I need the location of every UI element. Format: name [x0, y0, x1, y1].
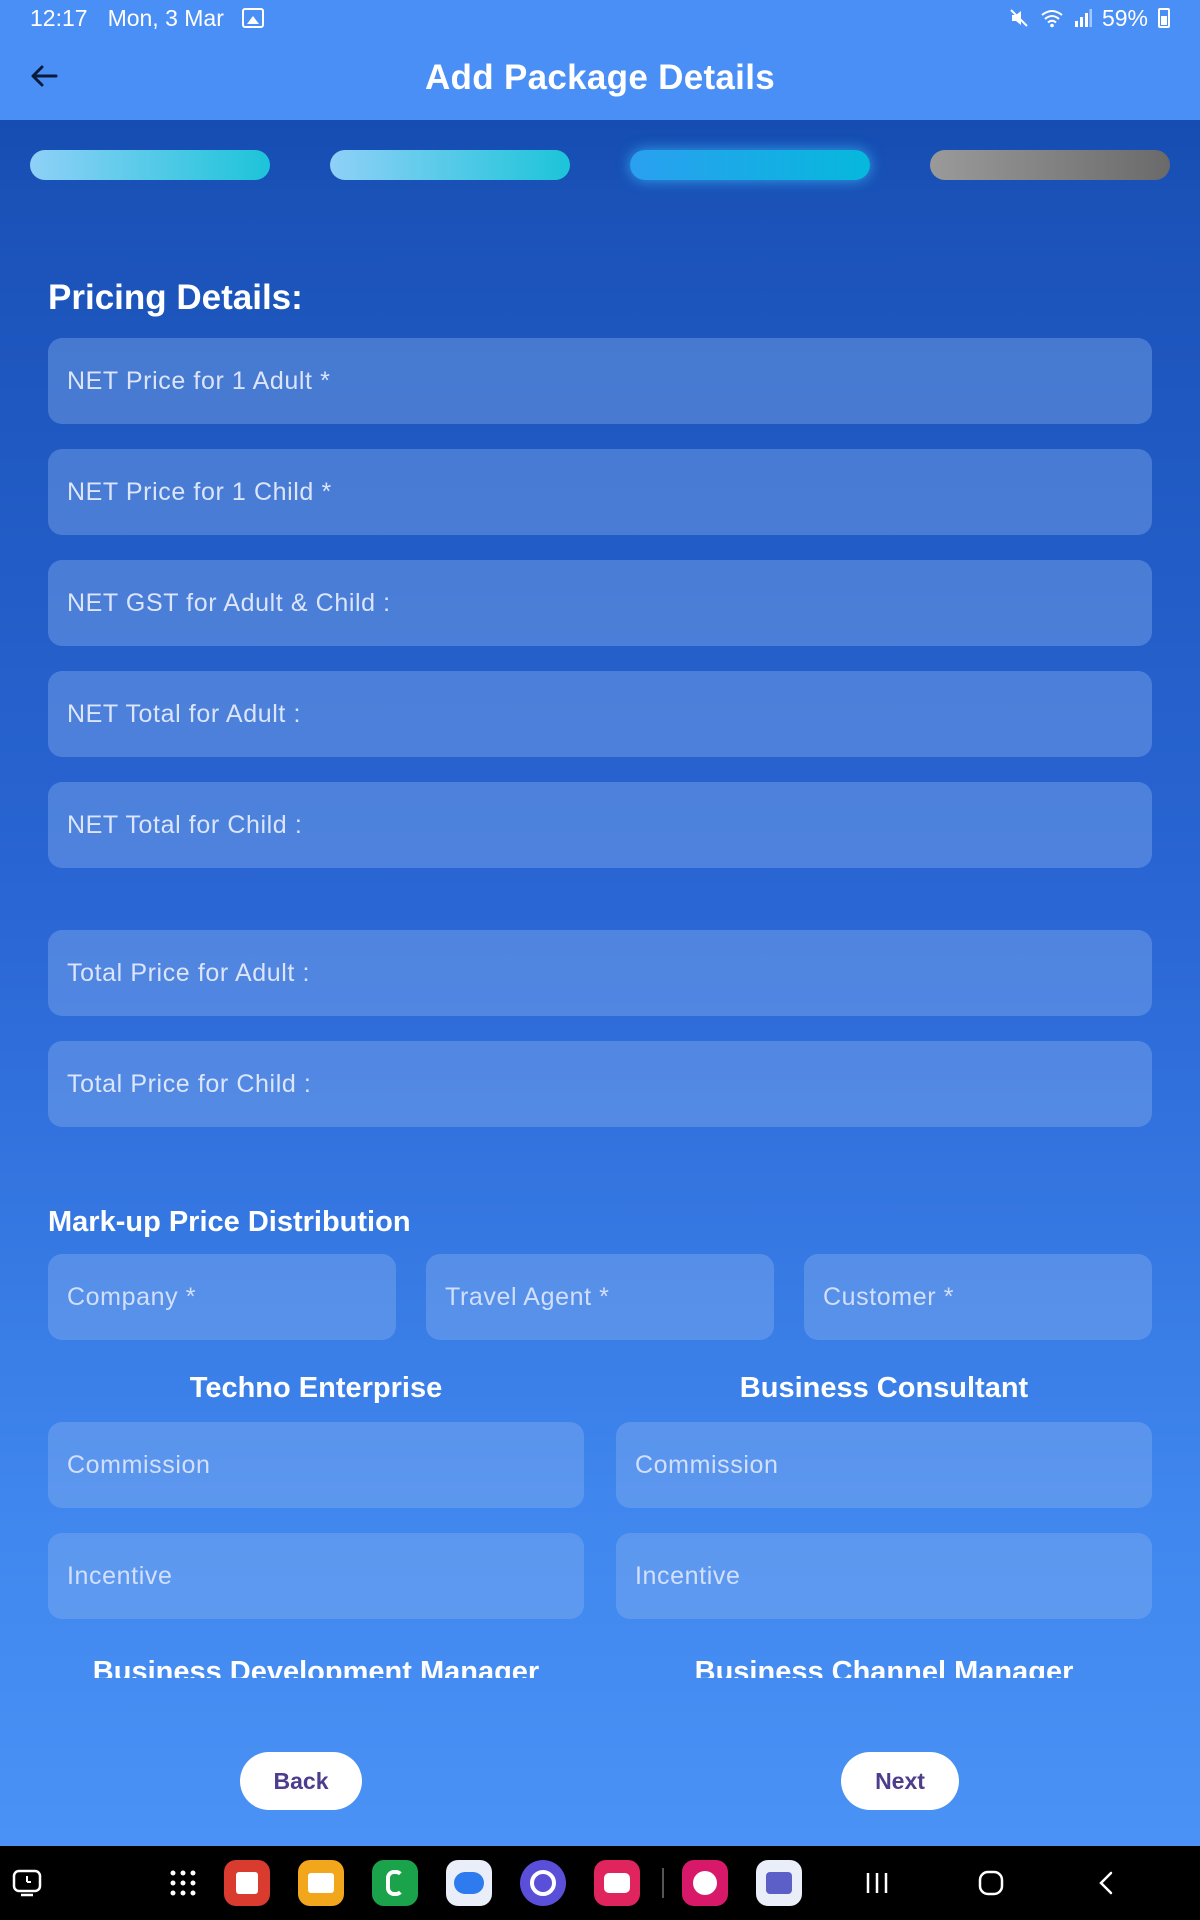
battery-icon [1158, 8, 1170, 28]
techno-enterprise-heading: Techno Enterprise [189, 1372, 443, 1404]
net-gst-field[interactable]: NET GST for Adult & Child : [48, 560, 1152, 646]
battery-percent: 59% [1101, 4, 1148, 31]
total-price-adult-placeholder: Total Price for Adult : [67, 958, 311, 987]
gallery-notification-icon [241, 8, 264, 28]
status-time: 12:17 [30, 4, 88, 31]
net-total-child-field[interactable]: NET Total for Child : [48, 782, 1152, 868]
back-arrow-icon[interactable] [24, 56, 64, 96]
step-4-indicator [930, 150, 1170, 180]
travel-agent-markup-field[interactable]: Travel Agent * [426, 1254, 774, 1340]
system-back-button-icon[interactable] [1092, 1868, 1122, 1898]
status-icons: 59% [1008, 5, 1170, 32]
pricing-heading: Pricing Details: [48, 278, 303, 317]
clipped-role-headings: Business Development Manager Business Ch… [0, 1648, 1200, 1678]
techno-enterprise-commission-field[interactable]: Commission [48, 1422, 584, 1508]
next-button[interactable]: Next [841, 1752, 959, 1810]
page-title: Add Package Details [424, 58, 775, 97]
app-bar: Add Package Details [0, 36, 1200, 120]
step-1-indicator [30, 150, 270, 180]
net-price-child-field[interactable]: NET Price for 1 Child * [48, 449, 1152, 535]
net-price-child-placeholder: NET Price for 1 Child * [67, 477, 332, 506]
techno-enterprise-commission-placeholder: Commission [67, 1450, 211, 1479]
status-bar: 12:17 Mon, 3 Mar 59% [0, 0, 1200, 36]
business-consultant-heading: Business Consultant [739, 1372, 1029, 1404]
net-gst-placeholder: NET GST for Adult & Child : [67, 588, 391, 617]
bdm-heading: Business Development Manager [92, 1656, 540, 1678]
total-price-adult-field[interactable]: Total Price for Adult : [48, 930, 1152, 1016]
net-price-adult-placeholder: NET Price for 1 Adult * [67, 366, 331, 395]
gallery-app-icon[interactable] [682, 1860, 728, 1906]
total-price-child-placeholder: Total Price for Child : [67, 1069, 312, 1098]
total-price-child-field[interactable]: Total Price for Child : [48, 1041, 1152, 1127]
net-total-adult-field[interactable]: NET Total for Adult : [48, 671, 1152, 757]
business-consultant-commission-placeholder: Commission [635, 1450, 779, 1479]
camera-app-icon[interactable] [594, 1860, 640, 1906]
business-consultant-incentive-placeholder: Incentive [635, 1561, 741, 1590]
flipboard-app-icon[interactable] [224, 1860, 270, 1906]
travel-agent-markup-placeholder: Travel Agent * [445, 1282, 610, 1311]
techno-enterprise-incentive-placeholder: Incentive [67, 1561, 173, 1590]
mute-icon [1010, 9, 1028, 27]
recents-button-icon[interactable] [862, 1868, 892, 1898]
techno-enterprise-incentive-field[interactable]: Incentive [48, 1533, 584, 1619]
company-markup-placeholder: Company * [67, 1282, 197, 1311]
business-consultant-incentive-field[interactable]: Incentive [616, 1533, 1152, 1619]
phone-app-icon[interactable] [372, 1860, 418, 1906]
messages-app-icon[interactable] [446, 1860, 492, 1906]
back-button[interactable]: Back [240, 1752, 362, 1810]
net-price-adult-field[interactable]: NET Price for 1 Adult * [48, 338, 1152, 424]
business-consultant-commission-field[interactable]: Commission [616, 1422, 1152, 1508]
signal-icon [1074, 9, 1092, 27]
step-3-indicator [630, 150, 870, 180]
bcm-heading: Business Channel Manager [694, 1656, 1074, 1678]
app-drawer-icon[interactable] [168, 1868, 198, 1898]
customer-markup-placeholder: Customer * [823, 1282, 955, 1311]
teams-app-icon[interactable] [756, 1860, 802, 1906]
wifi-icon [1041, 10, 1063, 28]
home-button-icon[interactable] [976, 1868, 1006, 1898]
net-total-adult-placeholder: NET Total for Adult : [67, 699, 302, 728]
recent-apps-panel-icon[interactable] [12, 1868, 42, 1898]
company-markup-field[interactable]: Company * [48, 1254, 396, 1340]
status-date: Mon, 3 Mar [107, 4, 224, 31]
taskbar-divider [662, 1868, 664, 1898]
net-total-child-placeholder: NET Total for Child : [67, 810, 303, 839]
internet-browser-icon[interactable] [520, 1860, 566, 1906]
markup-heading: Mark-up Price Distribution [48, 1206, 411, 1238]
step-progress [30, 150, 1170, 180]
step-2-indicator [330, 150, 570, 180]
files-app-icon[interactable] [298, 1860, 344, 1906]
navigation-bar [0, 1846, 1200, 1920]
customer-markup-field[interactable]: Customer * [804, 1254, 1152, 1340]
